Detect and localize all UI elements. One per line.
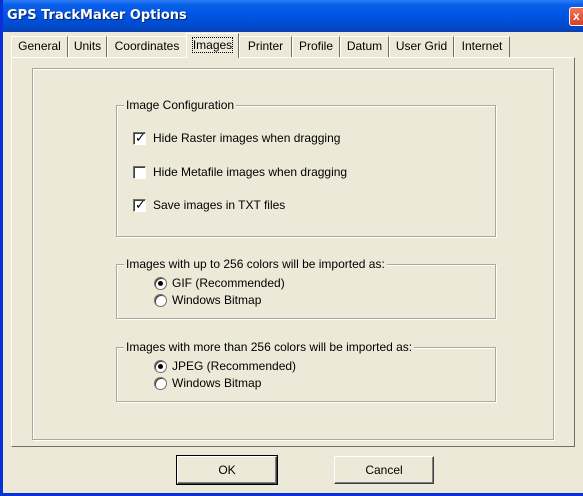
radio-dot-icon — [158, 364, 163, 369]
tab-internet[interactable]: Internet — [454, 36, 510, 57]
tab-user-grid[interactable]: User Grid — [389, 36, 454, 57]
window-title: GPS TrackMaker Options — [7, 8, 187, 23]
radio-dot-icon — [158, 281, 163, 286]
tab-units[interactable]: Units — [68, 36, 107, 57]
cancel-button[interactable]: Cancel — [334, 456, 434, 484]
check-mark-icon: ✓ — [135, 197, 146, 212]
inner-frame: Image Configuration ✓ Hide Raster images… — [32, 68, 554, 440]
hide-metafile-checkbox[interactable] — [133, 166, 146, 179]
tab-coordinates[interactable]: Coordinates — [107, 36, 187, 57]
low-color-import-group: Images with up to 256 colors will be imp… — [116, 257, 496, 319]
tab-images[interactable]: Images — [186, 33, 239, 58]
save-images-txt-label[interactable]: Save images in TXT files — [153, 198, 285, 212]
options-dialog: GPS TrackMaker Options x General Units C… — [0, 0, 583, 496]
jpeg-radio[interactable] — [154, 360, 167, 373]
low-color-bitmap-label[interactable]: Windows Bitmap — [172, 293, 261, 307]
high-color-bitmap-radio[interactable] — [154, 377, 167, 390]
low-color-import-title: Images with up to 256 colors will be imp… — [124, 257, 387, 271]
high-color-bitmap-label[interactable]: Windows Bitmap — [172, 376, 261, 390]
tab-datum[interactable]: Datum — [340, 36, 389, 57]
hide-raster-label[interactable]: Hide Raster images when dragging — [153, 131, 340, 145]
image-configuration-group: Image Configuration ✓ Hide Raster images… — [116, 98, 496, 237]
check-mark-icon: ✓ — [135, 130, 146, 145]
ok-button[interactable]: OK — [176, 455, 278, 485]
high-color-import-title: Images with more than 256 colors will be… — [124, 340, 415, 354]
high-color-import-group: Images with more than 256 colors will be… — [116, 340, 496, 402]
tab-profile[interactable]: Profile — [292, 36, 340, 57]
close-button[interactable]: x — [569, 7, 583, 26]
title-bar[interactable]: GPS TrackMaker Options x — [3, 0, 583, 32]
jpeg-label[interactable]: JPEG (Recommended) — [172, 359, 296, 373]
low-color-bitmap-radio[interactable] — [154, 294, 167, 307]
image-configuration-title: Image Configuration — [124, 98, 237, 112]
gif-label[interactable]: GIF (Recommended) — [172, 276, 285, 290]
tab-printer[interactable]: Printer — [239, 36, 292, 57]
hide-raster-checkbox[interactable]: ✓ — [133, 130, 146, 145]
tab-general[interactable]: General — [11, 36, 68, 57]
save-images-txt-checkbox[interactable]: ✓ — [133, 197, 146, 212]
close-icon: x — [573, 9, 580, 23]
hide-metafile-label[interactable]: Hide Metafile images when dragging — [153, 165, 347, 179]
gif-radio[interactable] — [154, 277, 167, 290]
images-tab-panel: Image Configuration ✓ Hide Raster images… — [11, 57, 575, 447]
